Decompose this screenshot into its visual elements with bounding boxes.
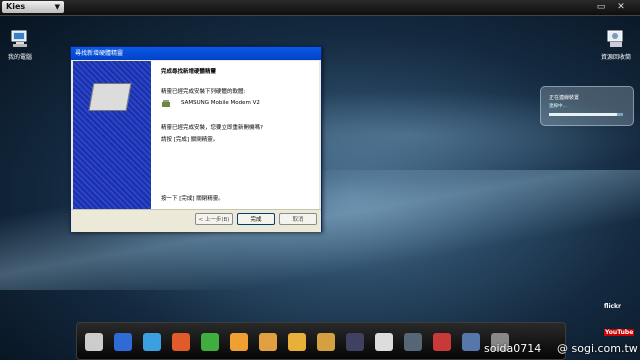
pen-icon[interactable] (85, 333, 103, 351)
gallery-icon[interactable] (317, 333, 335, 351)
video-icon[interactable] (404, 333, 422, 351)
dialog-title: 尋找新增硬體精靈 (71, 47, 321, 60)
phone-icon[interactable] (172, 333, 190, 351)
hardware-box-icon (88, 83, 132, 111)
notepad-icon[interactable] (259, 333, 277, 351)
notification-subtitle: 連線中... (549, 104, 567, 109)
youtube-logo[interactable]: YouTube (604, 329, 635, 336)
cancel-button[interactable]: 取消 (279, 213, 317, 225)
calendar-7-icon[interactable] (201, 333, 219, 351)
sailboat-icon[interactable] (143, 333, 161, 351)
flickr-logo[interactable]: flickr (604, 303, 621, 310)
globe-icon[interactable] (462, 333, 480, 351)
back-button[interactable]: < 上一步(B) (195, 213, 233, 225)
connection-notification: 正在連線裝置 連線中... (540, 86, 634, 126)
watermark-site: @ sogi.com.tw (557, 342, 638, 355)
connection-progress-bar (549, 113, 623, 116)
mail-icon[interactable] (230, 333, 248, 351)
music-icon[interactable] (346, 333, 364, 351)
store-icon[interactable] (433, 333, 451, 351)
dialog-heading: 完成尋找新增硬體精靈 (161, 69, 217, 75)
close-button[interactable]: ✕ (614, 1, 628, 13)
recycle-bin-icon (606, 30, 626, 48)
dialog-line-3: 請按 [完成] 關閉精靈。 (161, 137, 219, 143)
kies-menu-label: Kies (6, 2, 26, 11)
calendar-grid-icon[interactable] (114, 333, 132, 351)
device-name: SAMSUNG Mobile Modem V2 (181, 100, 260, 106)
found-new-hardware-dialog: 尋找新增硬體精靈 完成尋找新增硬體精靈 精靈已經完成安裝下列硬體的軟體: SAM… (70, 46, 322, 232)
film-reel-icon[interactable] (375, 333, 393, 351)
my-computer-label: 我的電腦 (7, 54, 32, 61)
notification-title: 正在連線裝置 (549, 95, 580, 101)
computer-icon (10, 30, 30, 48)
watermark-user: soida0714 (484, 342, 542, 355)
wizard-side-banner (73, 61, 151, 209)
chevron-down-icon: ▼ (54, 3, 60, 11)
kies-menu-button[interactable]: Kies ▼ (2, 1, 64, 13)
device-icon (161, 99, 171, 111)
recycle-bin-label: 資源回收筒 (600, 54, 631, 61)
my-computer-shortcut[interactable]: 我的電腦 (0, 30, 40, 61)
kies-top-bar: Kies ▼ ▭ ✕ (0, 0, 640, 16)
dialog-body: 完成尋找新增硬體精靈 精靈已經完成安裝下列硬體的軟體: SAMSUNG Mobi… (73, 61, 319, 209)
photos-icon[interactable] (288, 333, 306, 351)
dialog-line-1: 精靈已經完成安裝下列硬體的軟體: (161, 89, 246, 95)
dialog-footer-note: 按一下 [完成] 關閉精靈。 (161, 196, 224, 202)
recycle-bin-shortcut[interactable]: 資源回收筒 (596, 30, 636, 61)
minimize-button[interactable]: ▭ (594, 1, 608, 13)
dialog-line-2: 精靈已經完成安裝，您要立即重新開機嗎? (161, 125, 263, 131)
connection-progress-fill (549, 113, 618, 116)
finish-button[interactable]: 完成 (237, 213, 275, 225)
